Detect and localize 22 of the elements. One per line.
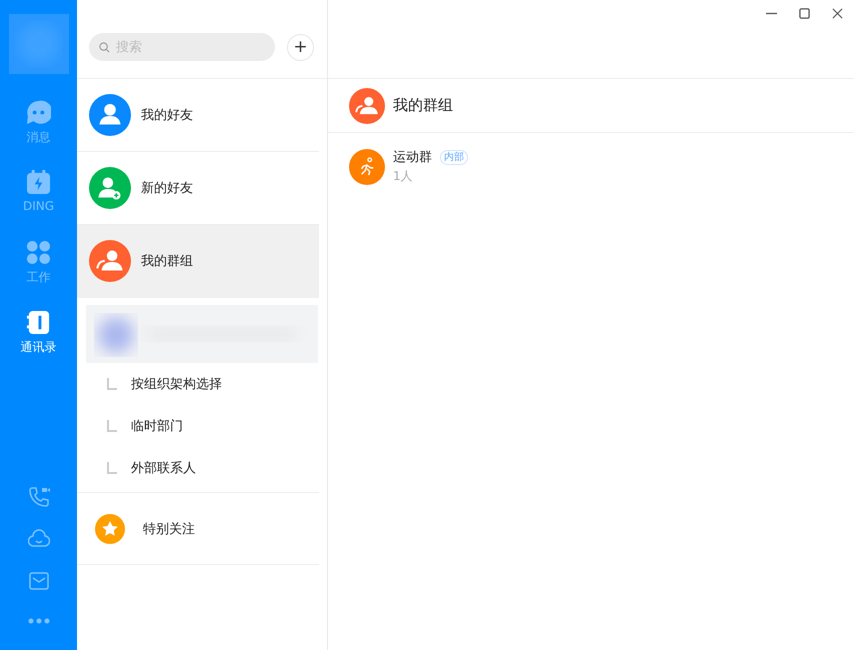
add-button[interactable]: + [287,34,314,61]
contact-list-item[interactable]: 特别关注 [77,492,319,565]
close-icon[interactable] [832,8,843,19]
mail-icon[interactable] [28,570,50,592]
tree-branch-icon [107,462,117,474]
tree-branch-icon [107,420,117,432]
phone-video-icon[interactable] [28,486,50,508]
contact-list-item[interactable]: 我的群组 [77,225,319,298]
cloud-icon[interactable] [28,528,50,550]
member-count: 1人 [393,168,414,185]
grid-icon [26,240,51,265]
panel-title: 我的群组 [393,96,453,115]
tree-branch-icon [107,378,117,390]
tag: 内部 [440,150,468,164]
group-name: 运动群 [393,149,432,166]
address-book-icon [26,310,51,335]
calendar-bolt-icon [26,170,51,195]
maximize-icon[interactable] [799,8,810,19]
search-icon [99,42,110,53]
chat-icon [26,100,51,125]
group-list-item[interactable]: 运动群 内部 1人 [328,133,854,200]
more-icon[interactable] [26,618,50,624]
